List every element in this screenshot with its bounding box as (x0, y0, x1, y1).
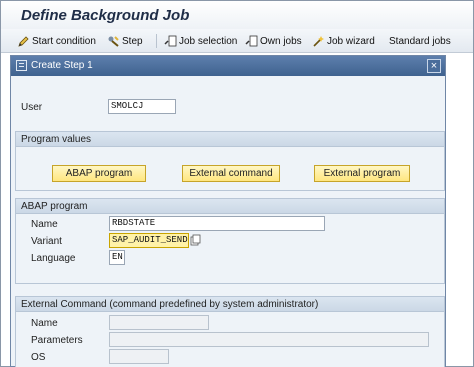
external-command-title: External Command (command predefined by … (21, 299, 319, 310)
user-field[interactable]: SMOLCJ (108, 99, 176, 114)
job-wizard-button[interactable]: Job wizard (312, 33, 375, 49)
variant-field[interactable]: SAP_AUDIT_SEND (109, 233, 189, 248)
job-selection-icon (164, 35, 177, 48)
abap-program-header: ABAP program (16, 199, 444, 214)
job-wizard-label: Job wizard (327, 35, 375, 47)
program-values-section: Program values ABAP program External com… (15, 131, 445, 191)
dialog-window-icon (16, 60, 27, 71)
parameters-field[interactable] (109, 332, 429, 347)
job-selection-button[interactable]: Job selection (164, 33, 237, 49)
os-field[interactable] (109, 349, 169, 364)
create-step-dialog: Create Step 1 × User SMOLCJ Program valu… (10, 55, 446, 367)
step-icon (107, 35, 120, 48)
application-toolbar: Start condition Step Job selection Own j… (1, 29, 473, 53)
parameters-label: Parameters (31, 335, 83, 346)
close-button[interactable]: × (427, 59, 441, 73)
start-condition-button[interactable]: Start condition (17, 33, 96, 49)
page-title: Define Background Job (21, 7, 190, 24)
external-command-section: External Command (command predefined by … (15, 296, 445, 367)
name-label: Name (31, 219, 58, 230)
value-help-icon[interactable] (190, 234, 202, 247)
external-command-header: External Command (command predefined by … (16, 297, 444, 312)
own-jobs-label: Own jobs (260, 35, 302, 47)
dialog-header: Create Step 1 × (11, 56, 445, 76)
toolbar-separator (156, 34, 157, 48)
step-label: Step (122, 35, 143, 47)
own-jobs-button[interactable]: Own jobs (245, 33, 302, 49)
title-bar: Define Background Job (1, 1, 473, 29)
own-jobs-icon (245, 35, 258, 48)
ext-name-field[interactable] (109, 315, 209, 330)
abap-program-title: ABAP program (21, 201, 88, 212)
language-label: Language (31, 253, 76, 264)
standard-jobs-button[interactable]: Standard jobs (389, 33, 451, 49)
external-program-button[interactable]: External program (314, 165, 410, 182)
program-values-title: Program values (21, 134, 92, 145)
ext-name-label: Name (31, 318, 58, 329)
os-label: OS (31, 352, 46, 363)
start-condition-label: Start condition (32, 35, 96, 47)
job-selection-label: Job selection (179, 35, 238, 47)
language-field[interactable]: EN (109, 250, 125, 265)
standard-jobs-label: Standard jobs (389, 35, 451, 47)
step-button[interactable]: Step (107, 33, 143, 49)
external-command-button[interactable]: External command (182, 165, 280, 182)
user-label: User (21, 102, 43, 113)
program-name-field[interactable]: RBDSTATE (109, 216, 325, 231)
dialog-title: Create Step 1 (31, 60, 93, 71)
abap-program-section: ABAP program Name RBDSTATE Variant SAP_A… (15, 198, 445, 284)
wizard-icon (312, 35, 325, 48)
pencil-icon (17, 35, 30, 48)
variant-label: Variant (31, 236, 62, 247)
program-values-header: Program values (16, 132, 444, 147)
abap-program-button[interactable]: ABAP program (52, 165, 146, 182)
